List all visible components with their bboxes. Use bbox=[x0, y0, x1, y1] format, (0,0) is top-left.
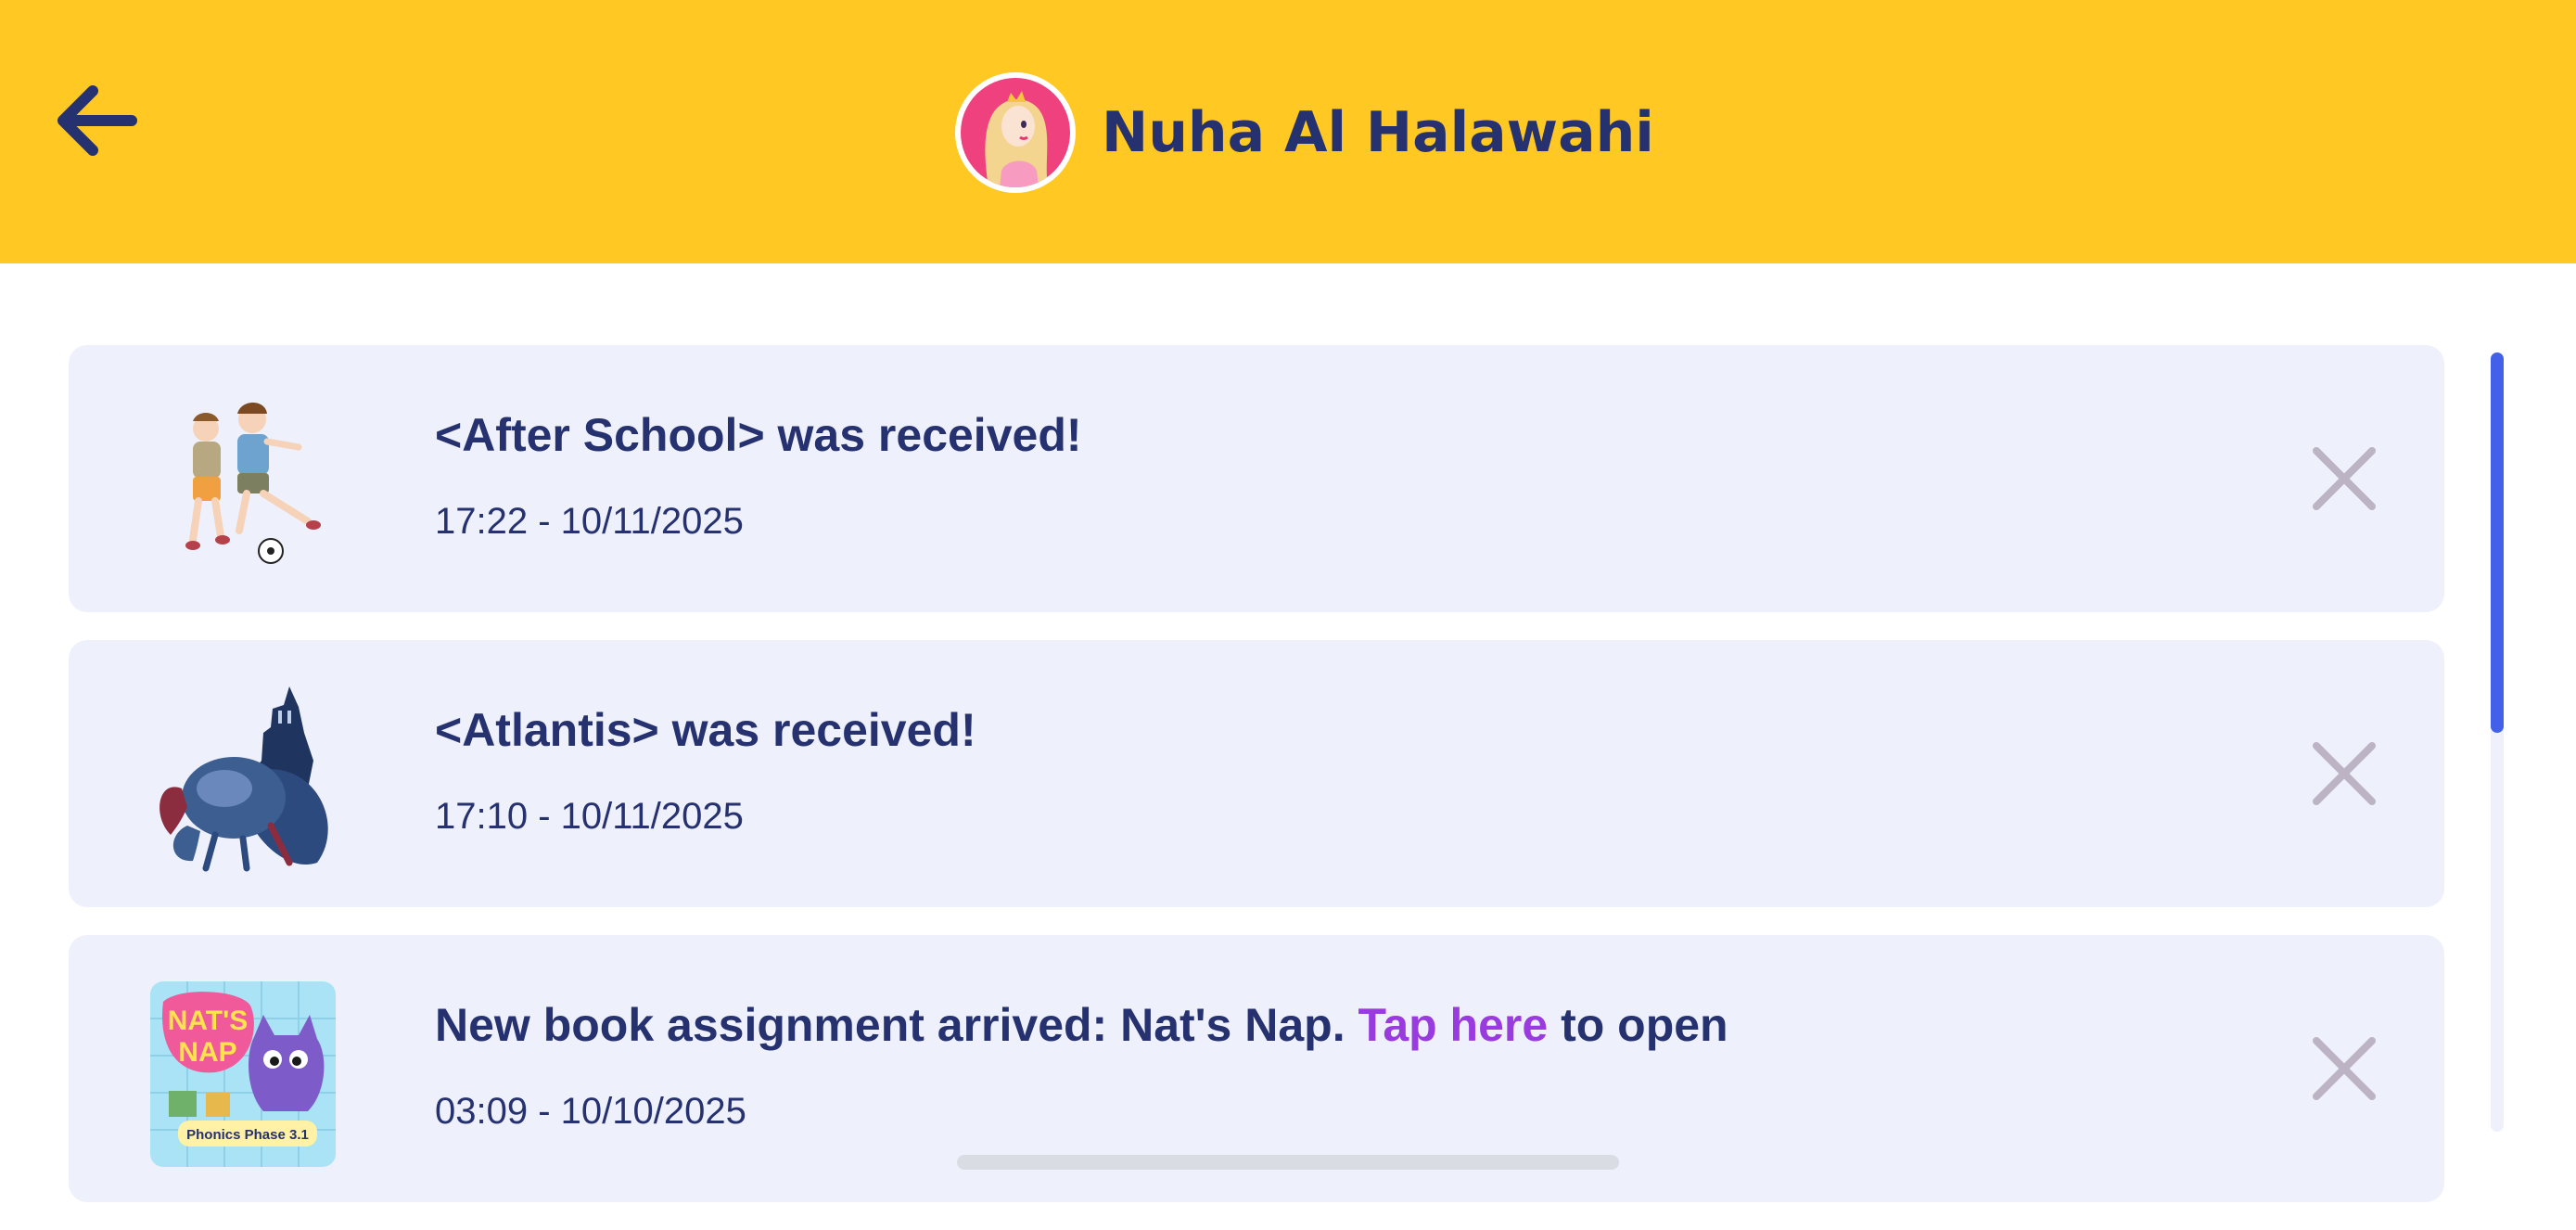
princess-avatar-icon bbox=[961, 78, 1070, 187]
notification-time: 17:22 - 10/11/2025 bbox=[435, 501, 744, 542]
notification-title-text: New book assignment arrived: Nat's Nap. bbox=[435, 999, 1358, 1051]
close-button[interactable] bbox=[2309, 738, 2379, 809]
notification-title-suffix: to open bbox=[1548, 999, 1728, 1051]
close-x-icon bbox=[2313, 742, 2376, 805]
svg-text:Phonics Phase 3.1: Phonics Phase 3.1 bbox=[186, 1127, 309, 1143]
notification-time: 17:10 - 10/11/2025 bbox=[435, 796, 744, 837]
header-bar: Nuha Al Halawahi bbox=[0, 0, 2576, 263]
home-indicator[interactable] bbox=[957, 1155, 1619, 1170]
profile: Nuha Al Halawahi bbox=[955, 68, 1654, 198]
notification-title: <Atlantis> was received! bbox=[435, 704, 976, 756]
notification-list: <After School> was received! 17:22 - 10/… bbox=[69, 345, 2444, 1230]
svg-text:NAT'S: NAT'S bbox=[168, 1006, 249, 1036]
notification-title: <After School> was received! bbox=[435, 409, 1082, 461]
kids-playing-soccer-icon bbox=[150, 391, 336, 577]
avatar bbox=[955, 72, 1076, 193]
crab-lighthouse-icon bbox=[150, 686, 336, 872]
close-x-icon bbox=[2313, 447, 2376, 510]
notification-item[interactable]: <After School> was received! 17:22 - 10/… bbox=[69, 345, 2444, 612]
close-button[interactable] bbox=[2309, 443, 2379, 514]
notification-item[interactable]: <Atlantis> was received! 17:10 - 10/11/2… bbox=[69, 640, 2444, 907]
tap-here-link[interactable]: Tap here bbox=[1358, 999, 1548, 1051]
profile-name: Nuha Al Halawahi bbox=[1102, 100, 1654, 165]
close-x-icon bbox=[2313, 1037, 2376, 1100]
arrow-left-icon bbox=[57, 85, 137, 156]
notification-title: New book assignment arrived: Nat's Nap. … bbox=[435, 998, 1728, 1052]
book-cover-icon: NAT'S NAP Phonics Phase 3.1 bbox=[150, 981, 336, 1167]
close-button[interactable] bbox=[2309, 1033, 2379, 1104]
svg-text:NAP: NAP bbox=[178, 1037, 236, 1068]
notification-time: 03:09 - 10/10/2025 bbox=[435, 1091, 746, 1132]
scrollbar-thumb[interactable] bbox=[2491, 352, 2504, 733]
back-button[interactable] bbox=[56, 83, 139, 158]
